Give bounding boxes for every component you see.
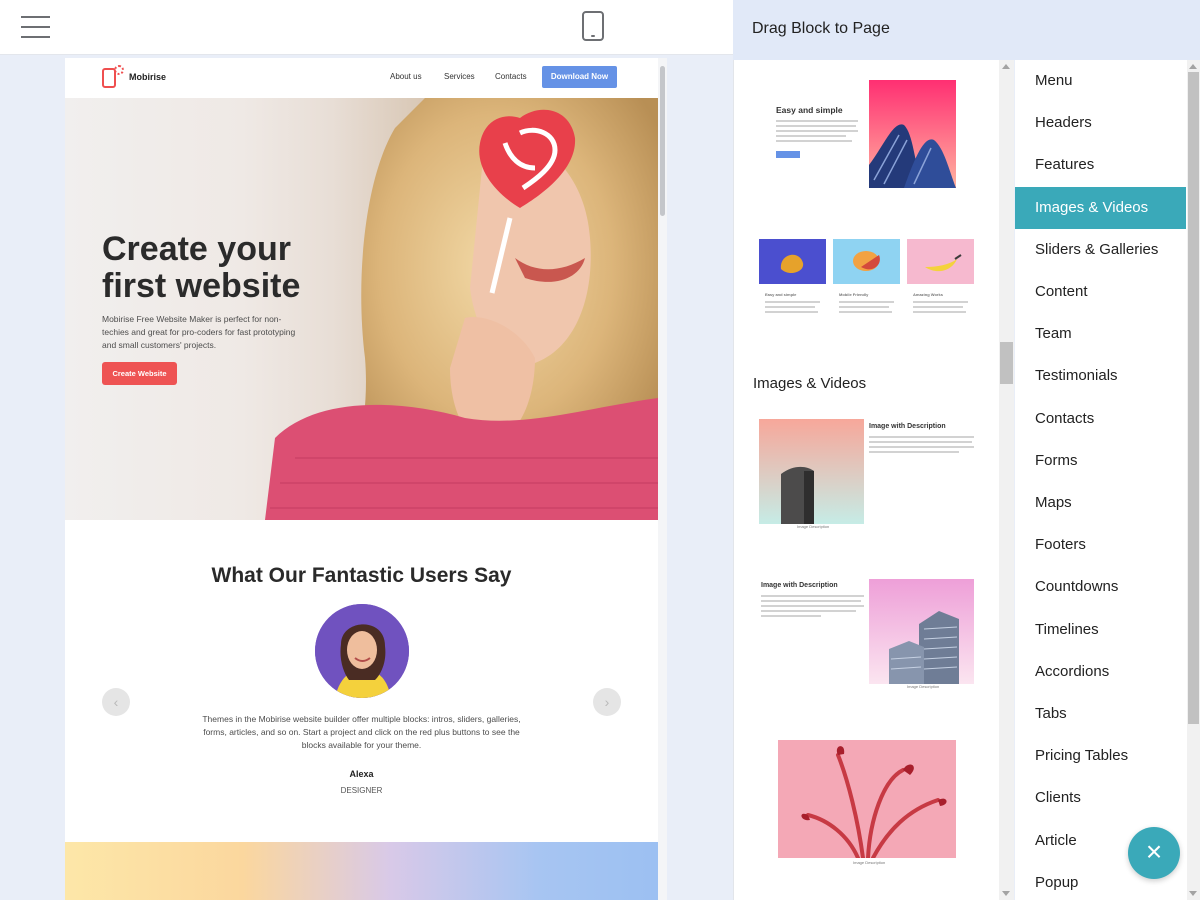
preview-title: Easy and simple	[776, 105, 843, 115]
block-preview-features[interactable]: Easy and simple Mobile Friendly Amazing …	[759, 235, 974, 335]
hero-title-line-1: Create your	[102, 230, 291, 268]
avatar	[315, 604, 409, 698]
previews-scrollbar[interactable]	[999, 60, 1014, 900]
download-button[interactable]: Download Now	[542, 66, 617, 88]
category-item-accordions[interactable]: Accordions	[1015, 651, 1186, 693]
hero-section: Create your first website Mobirise Free …	[65, 98, 658, 520]
preview-heading: Image with Description	[761, 582, 838, 589]
editor-toolbar	[0, 0, 733, 55]
category-item-menu[interactable]: Menu	[1015, 60, 1186, 102]
testimonials-title: What Our Fantastic Users Say	[211, 564, 512, 587]
testimonial-prev-arrow[interactable]: ‹	[102, 688, 130, 716]
category-item-contacts[interactable]: Contacts	[1015, 398, 1186, 440]
nav-link-about[interactable]: About us	[390, 72, 422, 81]
preview-image-feature-1	[759, 239, 826, 284]
category-item-timelines[interactable]: Timelines	[1015, 609, 1186, 651]
scroll-up-arrow-icon[interactable]	[1189, 64, 1197, 69]
category-list: Menu Headers Features Images & Videos Slider…	[1015, 60, 1187, 900]
category-item-tabs[interactable]: Tabs	[1015, 693, 1186, 735]
category-item-headers[interactable]: Headers	[1015, 102, 1186, 144]
testimonial-name: Alexa	[349, 769, 374, 779]
category-item-countdowns[interactable]: Countdowns	[1015, 566, 1186, 608]
preview-heading: Image with Description	[869, 423, 946, 430]
block-previews: Easy and simple Easy and simple Mobile F…	[733, 60, 999, 900]
testimonials-section: What Our Fantastic Users Say ‹ › Themes …	[65, 520, 658, 842]
category-item-footers[interactable]: Footers	[1015, 524, 1186, 566]
hero-title: Create your first website	[102, 231, 362, 305]
hamburger-icon[interactable]	[21, 15, 51, 39]
category-item-features[interactable]: Features	[1015, 144, 1186, 186]
testimonial-next-arrow[interactable]: ›	[593, 688, 621, 716]
preview-image-tower	[759, 419, 864, 524]
feature-title-1: Easy and simple	[765, 292, 797, 297]
site-logo-text[interactable]: Mobirise	[129, 72, 166, 82]
category-item-images-videos[interactable]: Images & Videos	[1015, 186, 1186, 229]
testimonial-text: Themes in the Mobirise website builder o…	[202, 714, 521, 750]
block-preview-image-right[interactable]: Image with Description Image Description	[759, 575, 979, 690]
nav-link-services[interactable]: Services	[444, 72, 475, 81]
category-item-maps[interactable]: Maps	[1015, 482, 1186, 524]
scroll-down-arrow-icon[interactable]	[1002, 891, 1010, 896]
category-item-forms[interactable]: Forms	[1015, 440, 1186, 482]
page-canvas: Mobirise About us Services Contacts Down…	[65, 58, 658, 900]
nav-link-contacts[interactable]: Contacts	[495, 72, 527, 81]
feature-title-2: Mobile Friendly	[839, 292, 869, 297]
preview-caption: Image Description	[797, 524, 830, 529]
hero-description: Mobirise Free Website Maker is perfect f…	[102, 314, 296, 350]
preview-section-heading: Images & Videos	[753, 375, 867, 392]
hero-photo	[265, 98, 658, 520]
block-preview-easy-simple[interactable]: Easy and simple	[759, 78, 974, 193]
feature-title-3: Amazing Works	[913, 292, 943, 297]
panel-title: Drag Block to Page	[752, 20, 890, 37]
site-navbar: Mobirise About us Services Contacts Down…	[65, 58, 658, 98]
logo-sun-icon	[114, 65, 124, 75]
block-preview-image-left[interactable]: Image Description Image with Description	[759, 415, 979, 530]
panel-header: Drag Block to Page	[733, 0, 1200, 60]
category-item-pricing-tables[interactable]: Pricing Tables	[1015, 735, 1186, 777]
preview-image-architecture	[869, 80, 956, 188]
category-item-team[interactable]: Team	[1015, 313, 1186, 355]
preview-caption: Image Description	[907, 684, 940, 689]
scroll-down-arrow-icon[interactable]	[1189, 891, 1197, 896]
preview-image-feature-2	[833, 239, 900, 284]
next-section-preview	[65, 842, 658, 900]
category-item-sliders-galleries[interactable]: Sliders & Galleries	[1015, 229, 1186, 271]
preview-image-feature-3	[907, 239, 974, 284]
close-panel-button[interactable]: ×	[1128, 827, 1180, 879]
category-item-clients[interactable]: Clients	[1015, 777, 1186, 819]
category-item-testimonials[interactable]: Testimonials	[1015, 355, 1186, 397]
categories-scrollbar[interactable]	[1187, 60, 1200, 900]
category-item-content[interactable]: Content	[1015, 271, 1186, 313]
preview-caption: Image Description	[853, 860, 886, 865]
preview-image-flower	[778, 740, 956, 858]
preview-image-buildings	[869, 579, 974, 684]
testimonial-role: DESIGNER	[340, 786, 383, 795]
create-website-button[interactable]: Create Website	[102, 362, 177, 385]
canvas-scrollbar[interactable]	[658, 58, 667, 900]
mobile-phone-icon[interactable]	[582, 11, 604, 41]
hero-title-line-2: first website	[102, 267, 301, 305]
scroll-up-arrow-icon[interactable]	[1002, 64, 1010, 69]
block-preview-single-image[interactable]: Image Description	[778, 740, 956, 870]
